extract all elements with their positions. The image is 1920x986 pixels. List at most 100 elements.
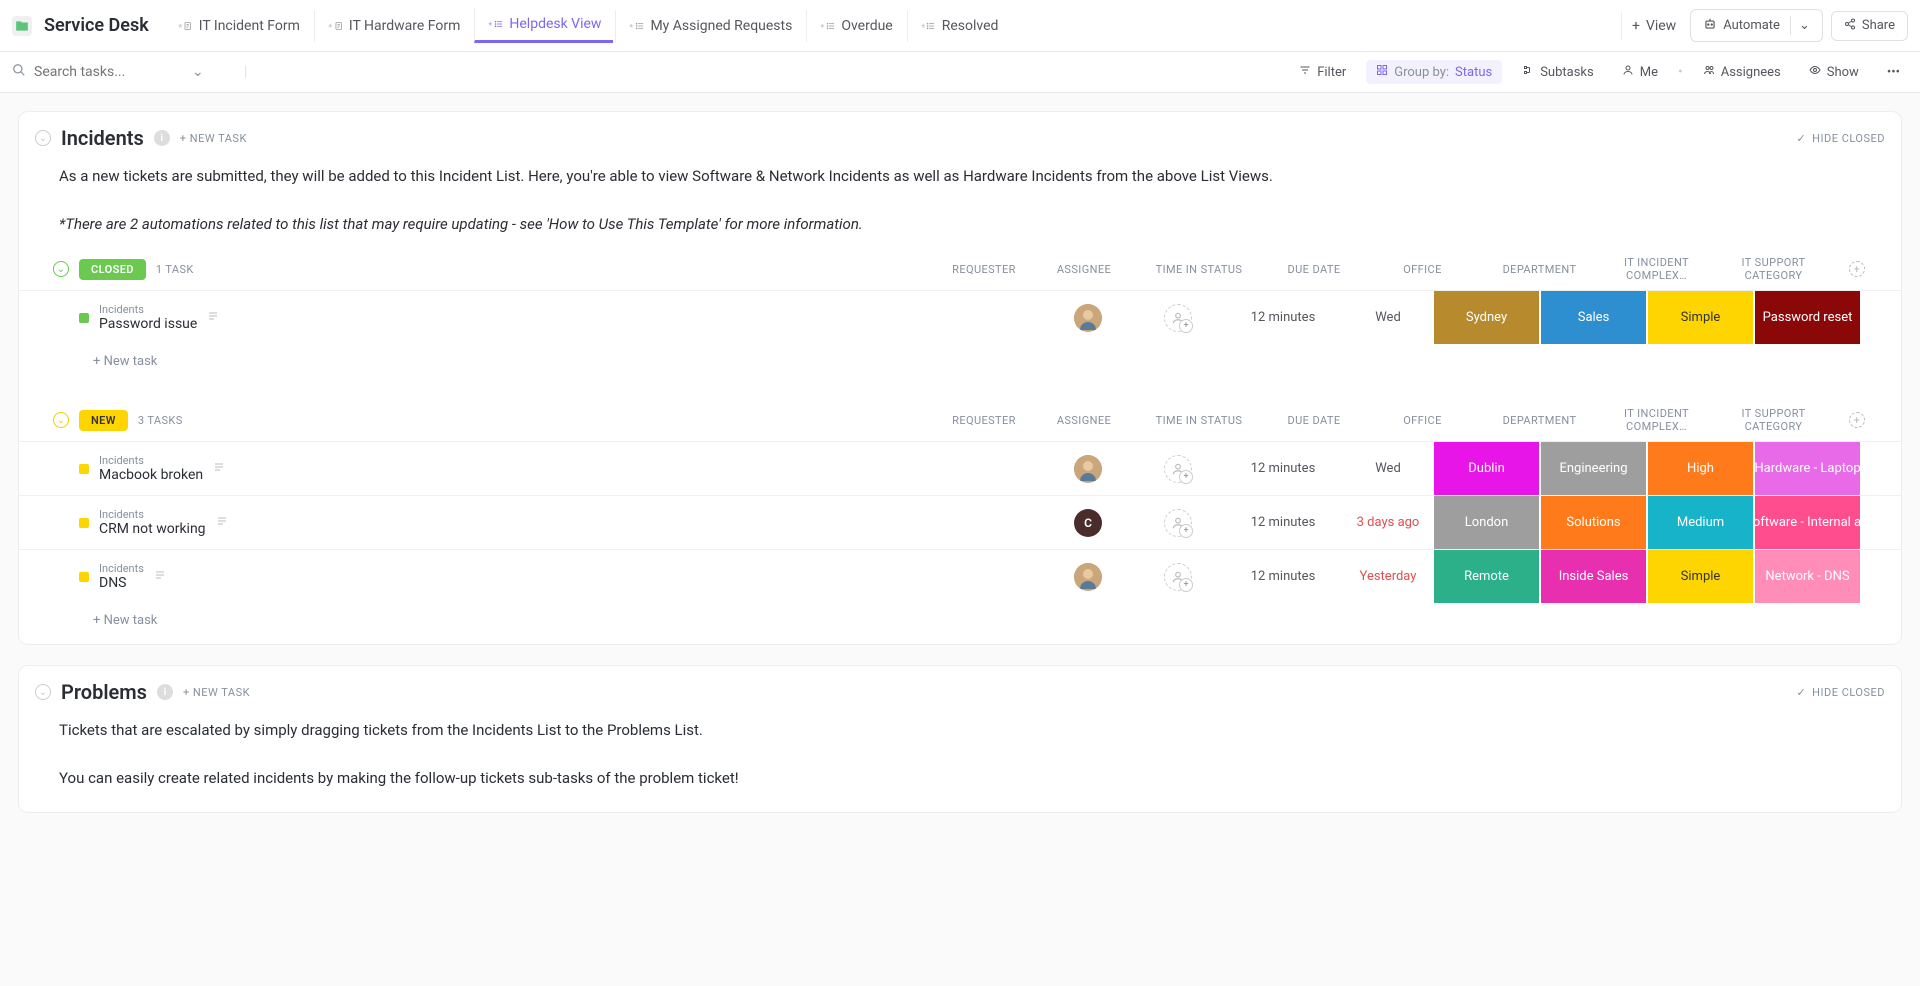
collapse-icon[interactable]: ⌄	[53, 261, 69, 277]
automate-button[interactable]: Automate ⌄	[1690, 9, 1823, 42]
chevron-down-icon[interactable]: ⌄	[1790, 16, 1818, 35]
add-column-button[interactable]: +	[1849, 412, 1865, 428]
collapse-icon[interactable]: ⌄	[35, 684, 51, 700]
requester-cell[interactable]	[1043, 291, 1133, 344]
tab-it-incident-form[interactable]: IT Incident Form	[165, 10, 312, 42]
description-icon[interactable]	[216, 515, 228, 530]
due-cell[interactable]: Wed	[1343, 442, 1433, 495]
more-button[interactable]: •••	[1879, 61, 1908, 84]
add-column-button[interactable]: +	[1849, 261, 1865, 277]
col-assignee[interactable]: ASSIGNEE	[1039, 414, 1129, 427]
office-cell[interactable]: Remote	[1433, 550, 1540, 603]
task-name-cell[interactable]: Incidents CRM not working	[79, 496, 1043, 549]
add-assignee-icon[interactable]	[1164, 563, 1192, 591]
search-icon[interactable]	[12, 63, 26, 81]
col-time[interactable]: TIME IN STATUS	[1139, 263, 1259, 276]
col-category[interactable]: IT SUPPORT CATEGORY	[1720, 407, 1827, 433]
col-requester[interactable]: REQUESTER	[939, 414, 1029, 427]
tab-it-hardware-form[interactable]: IT Hardware Form	[314, 10, 473, 42]
task-row[interactable]: Incidents Macbook broken 12 minutes Wed …	[19, 441, 1901, 495]
tab-resolved[interactable]: Resolved	[907, 10, 1011, 42]
col-due[interactable]: DUE DATE	[1269, 263, 1359, 276]
share-button[interactable]: Share	[1831, 11, 1908, 41]
col-office[interactable]: OFFICE	[1369, 414, 1476, 427]
due-cell[interactable]: 3 days ago	[1343, 496, 1433, 549]
complexity-cell[interactable]: Simple	[1647, 291, 1754, 344]
office-cell[interactable]: London	[1433, 496, 1540, 549]
assignee-cell[interactable]	[1133, 442, 1223, 495]
category-cell[interactable]: Hardware - Laptop	[1754, 442, 1861, 495]
avatar[interactable]	[1074, 455, 1102, 483]
show-button[interactable]: Show	[1801, 60, 1867, 84]
add-view-button[interactable]: + View	[1621, 12, 1686, 40]
new-task-button[interactable]: + NEW TASK	[183, 686, 250, 699]
subtasks-button[interactable]: Subtasks	[1514, 60, 1602, 84]
status-pill-new[interactable]: NEW	[79, 410, 128, 431]
office-cell[interactable]: Sydney	[1433, 291, 1540, 344]
add-assignee-icon[interactable]	[1164, 509, 1192, 537]
info-icon[interactable]: i	[154, 130, 170, 146]
col-requester[interactable]: REQUESTER	[939, 263, 1029, 276]
department-cell[interactable]: Sales	[1540, 291, 1647, 344]
category-cell[interactable]: Password reset	[1754, 291, 1861, 344]
add-assignee-icon[interactable]	[1164, 304, 1192, 332]
col-complexity[interactable]: IT INCIDENT COMPLEX…	[1603, 407, 1710, 433]
task-name-cell[interactable]: Incidents Macbook broken	[79, 442, 1043, 495]
category-cell[interactable]: Network - DNS	[1754, 550, 1861, 603]
status-pill-closed[interactable]: CLOSED	[79, 259, 146, 280]
new-task-button[interactable]: + NEW TASK	[180, 132, 247, 145]
task-row[interactable]: Incidents CRM not working C 12 minutes 3…	[19, 495, 1901, 549]
tab-my-assigned-requests[interactable]: My Assigned Requests	[615, 10, 804, 42]
me-button[interactable]: Me	[1614, 60, 1666, 84]
col-category[interactable]: IT SUPPORT CATEGORY	[1720, 256, 1827, 282]
department-cell[interactable]: Engineering	[1540, 442, 1647, 495]
col-office[interactable]: OFFICE	[1369, 263, 1476, 276]
col-department[interactable]: DEPARTMENT	[1486, 414, 1593, 427]
col-complexity[interactable]: IT INCIDENT COMPLEX…	[1603, 256, 1710, 282]
department-cell[interactable]: Solutions	[1540, 496, 1647, 549]
group-by-button[interactable]: Group by: Status	[1366, 60, 1502, 84]
info-icon[interactable]: i	[157, 684, 173, 700]
tab-helpdesk-view[interactable]: Helpdesk View	[474, 8, 613, 43]
col-time[interactable]: TIME IN STATUS	[1139, 414, 1259, 427]
complexity-cell[interactable]: Medium	[1647, 496, 1754, 549]
requester-cell[interactable]: C	[1043, 496, 1133, 549]
col-due[interactable]: DUE DATE	[1269, 414, 1359, 427]
office-cell[interactable]: Dublin	[1433, 442, 1540, 495]
chevron-down-icon[interactable]: ⌄	[192, 64, 204, 80]
task-name-cell[interactable]: Incidents DNS	[79, 550, 1043, 603]
hide-closed-button[interactable]: ✓ HIDE CLOSED	[1796, 686, 1885, 699]
task-name-cell[interactable]: Incidents Password issue	[79, 291, 1043, 344]
hide-closed-button[interactable]: ✓ HIDE CLOSED	[1796, 132, 1885, 145]
requester-cell[interactable]	[1043, 550, 1133, 603]
assignee-cell[interactable]	[1133, 496, 1223, 549]
avatar[interactable]	[1074, 304, 1102, 332]
search-input[interactable]	[34, 64, 184, 80]
avatar[interactable]: C	[1074, 509, 1102, 537]
new-task-row[interactable]: + New task	[19, 603, 1901, 632]
assignees-button[interactable]: Assignees	[1695, 60, 1789, 84]
tab-overdue[interactable]: Overdue	[806, 10, 904, 42]
task-row[interactable]: Incidents DNS 12 minutes Yesterday Remot…	[19, 549, 1901, 603]
collapse-icon[interactable]: ⌄	[53, 412, 69, 428]
add-assignee-icon[interactable]	[1164, 455, 1192, 483]
assignee-cell[interactable]	[1133, 550, 1223, 603]
new-task-row[interactable]: + New task	[19, 344, 1901, 373]
filter-button[interactable]: Filter	[1291, 60, 1354, 84]
task-row[interactable]: Incidents Password issue 12 minutes Wed …	[19, 290, 1901, 344]
description-icon[interactable]	[207, 310, 219, 325]
description-icon[interactable]	[213, 461, 225, 476]
description-icon[interactable]	[154, 569, 166, 584]
due-cell[interactable]: Yesterday	[1343, 550, 1433, 603]
category-cell[interactable]: Software - Internal a…	[1754, 496, 1861, 549]
department-cell[interactable]: Inside Sales	[1540, 550, 1647, 603]
assignee-cell[interactable]	[1133, 291, 1223, 344]
collapse-icon[interactable]: ⌄	[35, 130, 51, 146]
complexity-cell[interactable]: High	[1647, 442, 1754, 495]
complexity-cell[interactable]: Simple	[1647, 550, 1754, 603]
col-department[interactable]: DEPARTMENT	[1486, 263, 1593, 276]
due-cell[interactable]: Wed	[1343, 291, 1433, 344]
requester-cell[interactable]	[1043, 442, 1133, 495]
col-assignee[interactable]: ASSIGNEE	[1039, 263, 1129, 276]
avatar[interactable]	[1074, 563, 1102, 591]
